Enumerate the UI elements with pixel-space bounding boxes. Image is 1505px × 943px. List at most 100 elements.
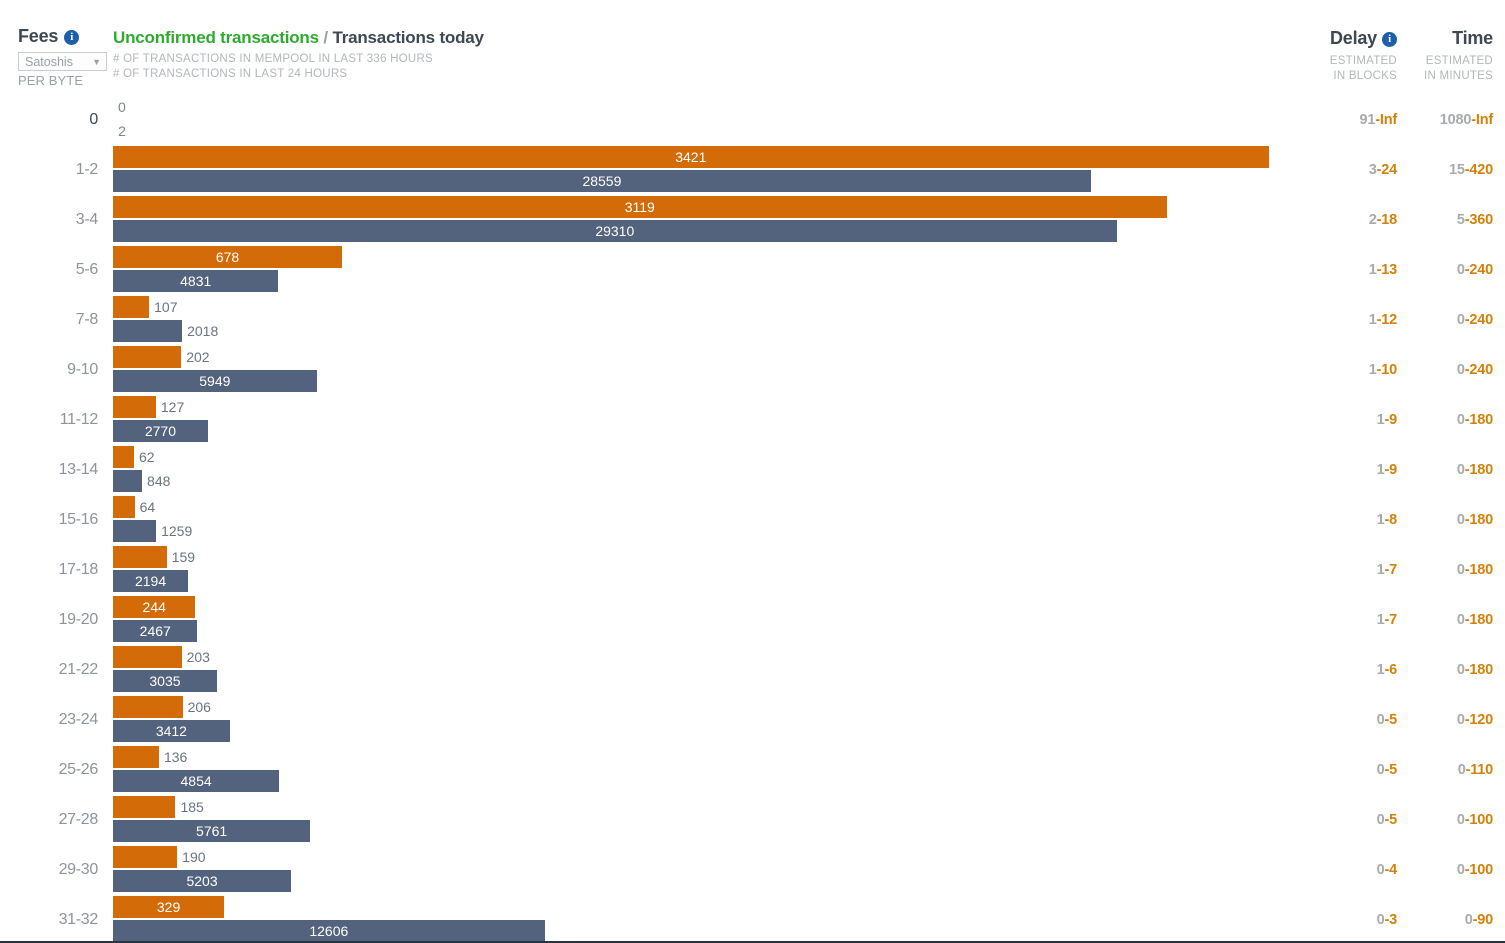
row-estimates: 0-5 0-100 — [1289, 795, 1494, 845]
time-subtitle-2: IN MINUTES — [1424, 70, 1493, 82]
chart-row: 9-10 202 5949 1-10 0-240 — [0, 345, 1505, 395]
row-estimates: 1-12 0-240 — [1289, 295, 1493, 345]
fee-range-label: 7-8 — [75, 311, 99, 328]
delay-blocks-value: 0-4 — [1289, 862, 1398, 878]
range-low: 1 — [1368, 262, 1377, 278]
legend-unconfirmed-label[interactable]: Unconfirmed transactions — [113, 28, 319, 47]
range-low: 0 — [1456, 312, 1465, 328]
range-low: 2 — [1368, 212, 1377, 228]
range-high: -7 — [1384, 612, 1398, 628]
time-minutes-value: 0-180 — [1397, 462, 1493, 478]
row-estimates: 0-5 0-120 — [1289, 695, 1494, 745]
bar-value-label: 2 — [118, 123, 126, 139]
range-low: 0 — [1376, 712, 1385, 728]
time-minutes-value: 0-120 — [1397, 712, 1493, 728]
time-minutes-value: 1080-Inf — [1397, 112, 1493, 128]
delay-blocks-value: 2-18 — [1289, 212, 1397, 228]
time-header-column: Time ESTIMATED IN MINUTES — [1397, 28, 1493, 84]
range-high: -110 — [1465, 762, 1494, 778]
chart-row: 21-22 203 3035 1-6 0-180 — [0, 645, 1505, 695]
info-icon[interactable]: i — [1382, 32, 1397, 47]
fee-range-label: 17-18 — [58, 561, 99, 578]
chart-row: 11-12 127 2770 1-9 0-180 — [0, 395, 1505, 445]
time-minutes-value: 0-180 — [1397, 612, 1493, 628]
range-low: 1 — [1376, 512, 1385, 528]
bar-fill-unconfirmed — [113, 296, 150, 318]
time-minutes-value: 0-180 — [1397, 562, 1493, 578]
delay-blocks-value: 1-7 — [1289, 612, 1398, 628]
bar-fill-unconfirmed — [113, 446, 134, 468]
chart-row: 7-8 107 2018 1-12 0-240 — [0, 295, 1505, 345]
range-high: -100 — [1464, 862, 1493, 878]
bar-value-label: 5949 — [199, 373, 231, 389]
row-estimates: 1-7 0-180 — [1289, 595, 1494, 645]
range-low: 1080 — [1439, 112, 1472, 128]
time-minutes-value: 0-180 — [1397, 662, 1493, 678]
bar-value-label: 0 — [118, 99, 126, 115]
bar-fill-unconfirmed — [113, 396, 156, 418]
range-low: 1 — [1376, 462, 1385, 478]
range-high: -5 — [1384, 712, 1398, 728]
bar-value-label: 678 — [215, 249, 240, 265]
range-high: -240 — [1464, 312, 1493, 328]
delay-blocks-value: 1-10 — [1289, 362, 1397, 378]
delay-header-column: Delay i ESTIMATED IN BLOCKS — [1289, 28, 1397, 84]
chart-row: 31-32 329 12606 0-3 0-90 — [0, 895, 1505, 943]
range-low: 0 — [1456, 512, 1465, 528]
row-estimates: 1-9 0-180 — [1289, 445, 1494, 495]
range-low: 0 — [1376, 812, 1385, 828]
bar-value-label: 29310 — [595, 223, 635, 239]
range-high: -24 — [1376, 162, 1398, 178]
range-low: 0 — [1456, 662, 1465, 678]
range-low: 0 — [1457, 762, 1466, 778]
fee-unit-select[interactable]: Satoshis ▼ — [18, 52, 107, 71]
row-estimates: 0-4 0 -100 — [1289, 845, 1494, 895]
fee-range-label: 15-16 — [58, 511, 99, 528]
bar-value-label: 107 — [154, 299, 178, 315]
bar-value-label: 848 — [147, 473, 171, 489]
range-high: -180 — [1464, 662, 1493, 678]
chart-row: 15-16 64 1259 1-8 0-180 — [0, 495, 1505, 545]
chart-row: 5-6 678 4831 1-13 0-240 — [0, 245, 1505, 295]
bar-fill-unconfirmed — [113, 796, 176, 818]
info-icon[interactable]: i — [64, 30, 80, 45]
range-high: -3 — [1384, 912, 1398, 928]
range-high: -180 — [1464, 562, 1493, 578]
range-high: -13 — [1376, 262, 1398, 278]
bar-fill-unconfirmed — [113, 846, 178, 868]
range-low: 0 — [1376, 862, 1385, 878]
bar-value-label: 64 — [139, 499, 156, 515]
fee-range-label: 9-10 — [67, 361, 98, 378]
legend-today-label[interactable]: Transactions today — [332, 28, 484, 47]
time-title: Time — [1452, 28, 1493, 48]
chart-row: 3-4 3119 29310 2-18 5-360 — [0, 195, 1505, 245]
delay-blocks-value: 91-Inf — [1289, 112, 1398, 128]
fee-unit-value: Satoshis — [25, 54, 73, 69]
range-high: -Inf — [1375, 112, 1397, 128]
bar-value-label: 5203 — [186, 873, 218, 889]
range-high: -240 — [1464, 262, 1493, 278]
range-high: -180 — [1464, 512, 1493, 528]
chart-row: 25-26 136 4854 0-5 0-110 — [0, 745, 1505, 795]
bar-value-label: 206 — [187, 699, 211, 715]
row-estimates: 1-13 0-240 — [1289, 245, 1493, 295]
chart-row: 17-18 159 2194 1-7 0-180 — [0, 545, 1505, 595]
range-low: 1 — [1376, 412, 1385, 428]
range-low: 15 — [1449, 162, 1465, 178]
bar-fill-today — [113, 520, 157, 542]
range-high: -4 — [1384, 862, 1398, 878]
delay-blocks-value: 1-8 — [1289, 512, 1398, 528]
range-low: 0 — [1376, 762, 1385, 778]
delay-subtitle-2: IN BLOCKS — [1333, 70, 1397, 82]
range-high: -240 — [1464, 362, 1493, 378]
bar-value-label: 3035 — [149, 673, 181, 689]
title-separator: / — [323, 28, 328, 47]
row-estimates: 1-7 0-180 — [1289, 545, 1494, 595]
bar-value-label: 5761 — [196, 823, 228, 839]
time-minutes-value: 0-90 — [1397, 912, 1493, 928]
chart-row: 19-20 244 2467 1-7 0-180 — [0, 595, 1505, 645]
right-headers: Delay i ESTIMATED IN BLOCKS Time ESTIMAT… — [1289, 28, 1493, 84]
range-high: -10 — [1376, 362, 1398, 378]
delay-blocks-value: 0-5 — [1289, 712, 1398, 728]
row-estimates: 0-5 0-110 — [1289, 745, 1494, 795]
